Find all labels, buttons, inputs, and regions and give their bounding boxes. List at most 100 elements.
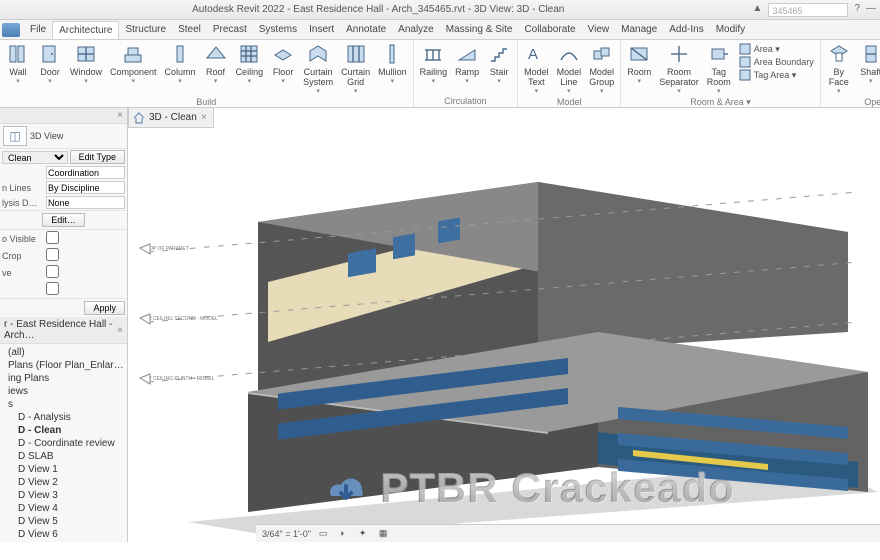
- model-line-icon: [558, 43, 580, 65]
- browser-item[interactable]: D - Coordinate review: [2, 437, 125, 450]
- ramp-button[interactable]: Ramp▾: [452, 42, 482, 95]
- chevron-down-icon: ▾: [600, 87, 604, 95]
- tab-collaborate[interactable]: Collaborate: [518, 21, 581, 39]
- tab-view[interactable]: View: [582, 21, 616, 39]
- status-icon[interactable]: ▦: [379, 528, 391, 540]
- room-sep-button[interactable]: RoomSeparator▾: [656, 42, 702, 96]
- by-face-button[interactable]: ByFace▾: [824, 42, 854, 96]
- button-label: TagRoom: [707, 67, 731, 87]
- apply-button[interactable]: Apply: [84, 301, 125, 315]
- roof-icon: [205, 43, 227, 65]
- browser-item[interactable]: D View 5: [2, 515, 125, 528]
- view-tab[interactable]: 3D - Clean ×: [128, 108, 214, 128]
- curtain-grid-button[interactable]: CurtainGrid▾: [338, 42, 373, 96]
- search-box[interactable]: 345465: [768, 3, 848, 17]
- browser-item[interactable]: ing Plans: [2, 372, 125, 385]
- property-value[interactable]: [46, 166, 125, 179]
- floor-button[interactable]: Floor▾: [268, 42, 298, 96]
- chevron-down-icon: ▾: [535, 87, 539, 95]
- property-checkbox[interactable]: [46, 248, 59, 261]
- close-icon[interactable]: ×: [117, 325, 123, 336]
- property-checkbox[interactable]: [46, 231, 59, 244]
- browser-item[interactable]: D View 6: [2, 528, 125, 541]
- status-icon[interactable]: ✦: [359, 528, 371, 540]
- tag-room-button[interactable]: TagRoom▾: [704, 42, 734, 96]
- browser-item[interactable]: D View 2: [2, 476, 125, 489]
- shaft-button[interactable]: Shaft▾: [856, 42, 880, 96]
- status-icon[interactable]: ▭: [319, 528, 331, 540]
- browser-item[interactable]: iews: [2, 385, 125, 398]
- tab-modify[interactable]: Modify: [710, 21, 751, 39]
- help-icon[interactable]: ?: [854, 3, 860, 17]
- view-type-selector[interactable]: ◫ 3D View: [0, 124, 127, 149]
- model-text-icon: A: [525, 43, 547, 65]
- tag-area-button[interactable]: Tag Area ▾: [739, 69, 814, 81]
- property-row: [0, 281, 127, 298]
- column-button[interactable]: Column▾: [162, 42, 199, 96]
- button-label: Shaft: [860, 67, 880, 77]
- svg-text:02 CEILING PLINTH - MODEL: 02 CEILING PLINTH - MODEL: [146, 376, 215, 382]
- property-checkbox[interactable]: [46, 282, 59, 295]
- property-checkbox[interactable]: [46, 265, 59, 278]
- edit-button[interactable]: Edit…: [42, 213, 85, 227]
- tab-precast[interactable]: Precast: [207, 21, 253, 39]
- view-scale[interactable]: 3/64" = 1'-0": [262, 529, 311, 539]
- file-menu-button[interactable]: [2, 23, 20, 37]
- tab-add-ins[interactable]: Add-Ins: [663, 21, 709, 39]
- status-icon[interactable]: ◑: [339, 528, 351, 540]
- drawing-canvas[interactable]: 3D - Clean ×: [128, 108, 880, 542]
- button-label: ModelText: [524, 67, 549, 87]
- railing-button[interactable]: Railing▾: [417, 42, 451, 95]
- close-icon[interactable]: ×: [201, 112, 207, 123]
- edit-type-button[interactable]: Edit Type: [70, 150, 125, 164]
- tab-insert[interactable]: Insert: [303, 21, 340, 39]
- curtain-system-button[interactable]: CurtainSystem▾: [300, 42, 336, 96]
- browser-item[interactable]: D SLAB: [2, 450, 125, 463]
- browser-item[interactable]: D View 1: [2, 463, 125, 476]
- browser-item[interactable]: D View 4: [2, 502, 125, 515]
- svg-text:TOP OF PARAPET: TOP OF PARAPET: [146, 246, 189, 252]
- mullion-button[interactable]: Mullion▾: [375, 42, 410, 96]
- model-group-button[interactable]: ModelGroup▾: [586, 42, 617, 96]
- area-boundary-button[interactable]: Area Boundary: [739, 56, 814, 68]
- browser-item[interactable]: Plans (Floor Plan_Enlarged): [2, 359, 125, 372]
- property-value[interactable]: [46, 181, 125, 194]
- tab-steel[interactable]: Steel: [172, 21, 207, 39]
- type-selector[interactable]: Clean: [2, 151, 68, 164]
- tab-analyze[interactable]: Analyze: [392, 21, 440, 39]
- component-button[interactable]: Component▾: [107, 42, 160, 96]
- tab-manage[interactable]: Manage: [615, 21, 663, 39]
- tab-massing-site[interactable]: Massing & Site: [440, 21, 519, 39]
- minimize-icon[interactable]: —: [866, 3, 876, 17]
- browser-item[interactable]: (all): [2, 346, 125, 359]
- svg-text:02 CEILING SECOND - MODEL: 02 CEILING SECOND - MODEL: [146, 316, 218, 322]
- browser-item[interactable]: D View 3: [2, 489, 125, 502]
- status-bar: 3/64" = 1'-0" ▭ ◑ ✦ ▦: [256, 524, 880, 542]
- roof-button[interactable]: Roof▾: [201, 42, 231, 96]
- button-label: ByFace: [829, 67, 849, 87]
- ceiling-button[interactable]: Ceiling▾: [233, 42, 267, 96]
- browser-item[interactable]: D View 7: [2, 541, 125, 542]
- room-button[interactable]: Room▾: [624, 42, 654, 96]
- tab-file[interactable]: File: [24, 21, 52, 39]
- close-icon[interactable]: ×: [117, 110, 123, 121]
- window-button[interactable]: Window▾: [67, 42, 105, 96]
- tab-systems[interactable]: Systems: [253, 21, 303, 39]
- browser-item[interactable]: D - Clean: [2, 424, 125, 437]
- ribbon-group-label: Room & Area ▾: [624, 96, 817, 108]
- tab-architecture[interactable]: Architecture: [52, 21, 119, 39]
- tab-annotate[interactable]: Annotate: [340, 21, 392, 39]
- door-button[interactable]: Door▾: [35, 42, 65, 96]
- area-button[interactable]: Area ▾: [739, 43, 814, 55]
- model-text-button[interactable]: AModelText▾: [521, 42, 552, 96]
- model-line-button[interactable]: ModelLine▾: [554, 42, 585, 96]
- stair-button[interactable]: Stair▾: [484, 42, 514, 95]
- wall-button[interactable]: Wall▾: [3, 42, 33, 96]
- browser-item[interactable]: D - Analysis: [2, 411, 125, 424]
- home-icon: [133, 112, 145, 124]
- property-value[interactable]: [46, 196, 125, 209]
- tab-structure[interactable]: Structure: [119, 21, 172, 39]
- browser-item[interactable]: s: [2, 398, 125, 411]
- button-label: Wall: [9, 67, 26, 77]
- properties-header: ×: [0, 108, 127, 124]
